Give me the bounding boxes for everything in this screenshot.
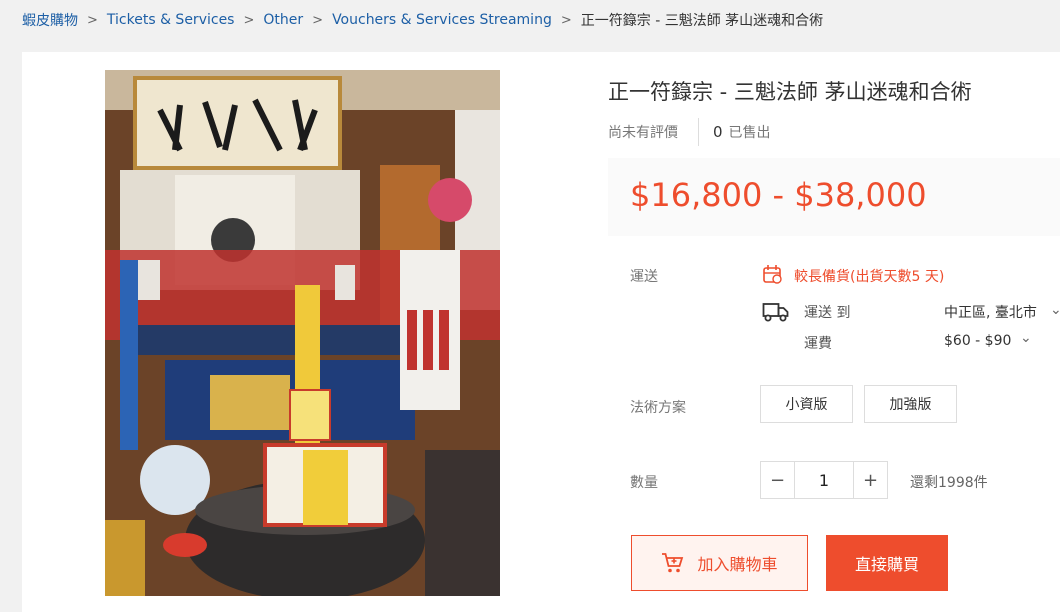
shipping-label: 運送	[630, 269, 658, 285]
rating-text[interactable]: 尚未有評價	[608, 122, 678, 142]
quantity-decrease-button[interactable]: −	[760, 461, 795, 499]
calendar-icon	[763, 265, 782, 284]
add-to-cart-button[interactable]: 加入購物車	[631, 535, 808, 591]
variant-option-basic[interactable]: 小資版	[760, 385, 853, 423]
price-box: $16,800 - $38,000	[608, 158, 1060, 236]
shipping-fee-label: 運費	[804, 336, 832, 352]
ratings-bar: 尚未有評價 0 已售出	[608, 118, 771, 146]
chevron-down-icon[interactable]: ⌄	[1020, 330, 1032, 346]
quantity-input[interactable]: 1	[795, 461, 853, 499]
variant-option-enhanced[interactable]: 加強版	[864, 385, 957, 423]
breadcrumb-item-vouchers[interactable]: Vouchers & Services Streaming	[332, 12, 552, 28]
quantity-increase-button[interactable]: +	[853, 461, 888, 499]
price-range: $16,800 - $38,000	[630, 176, 927, 214]
ratings-divider	[698, 118, 699, 146]
breadcrumb-item-shopee[interactable]: 蝦皮購物	[22, 10, 78, 30]
altar-photo-illustration	[105, 70, 500, 596]
breadcrumb: 蝦皮購物 > Tickets & Services > Other > Vouc…	[22, 10, 823, 30]
breadcrumb-separator: >	[243, 12, 255, 28]
breadcrumb-separator: >	[312, 12, 324, 28]
breadcrumb-current: 正一符籙宗 - 三魁法師 茅山迷魂和合術	[580, 13, 824, 29]
product-title: 正一符籙宗 - 三魁法師 茅山迷魂和合術	[608, 80, 972, 104]
ship-to-location[interactable]: 中正區, 臺北市	[944, 302, 1037, 322]
sold-count: 0	[713, 123, 723, 141]
quantity-stepper: − 1 +	[760, 461, 888, 499]
variant-label: 法術方案	[630, 400, 686, 416]
buy-now-button[interactable]: 直接購買	[826, 535, 948, 591]
stock-text: 還剩1998件	[910, 475, 988, 491]
quantity-label: 數量	[630, 475, 658, 491]
sold-label: 已售出	[728, 125, 771, 141]
breadcrumb-separator: >	[560, 12, 572, 28]
preorder-text: 較長備貨(出貨天數5 天)	[794, 269, 945, 285]
breadcrumb-item-other[interactable]: Other	[263, 12, 303, 28]
breadcrumb-item-tickets[interactable]: Tickets & Services	[107, 12, 235, 28]
product-image[interactable]	[105, 70, 500, 596]
add-to-cart-label: 加入購物車	[697, 555, 778, 574]
truck-icon	[762, 303, 789, 322]
ship-to-label: 運送 到	[804, 305, 851, 321]
shipping-fee-value[interactable]: $60 - $90	[944, 333, 1011, 349]
breadcrumb-separator: >	[87, 12, 98, 28]
cart-plus-icon	[662, 553, 684, 573]
chevron-down-icon[interactable]: ⌄	[1050, 302, 1060, 318]
